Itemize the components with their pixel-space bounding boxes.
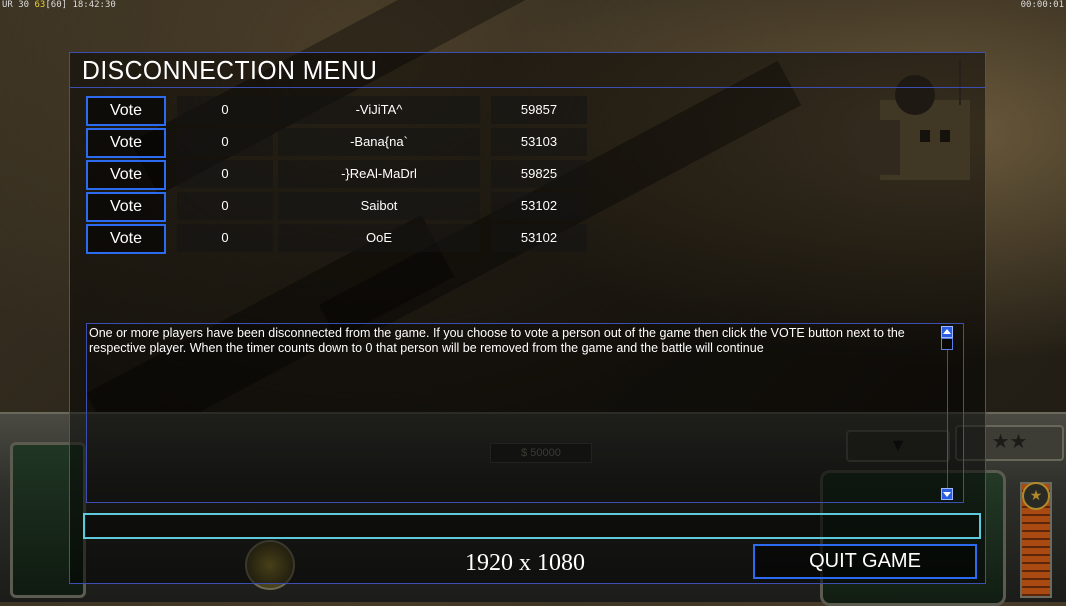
resolution-label: 1920 x 1080 (465, 550, 585, 576)
vote-count: 0 (177, 224, 273, 252)
message-box: One or more players have been disconnect… (86, 323, 964, 503)
fps-value: 63 (34, 0, 46, 10)
chat-input[interactable] (83, 513, 981, 539)
player-timer: 59857 (491, 96, 587, 124)
vote-button[interactable]: Vote (86, 192, 166, 222)
vote-count: 0 (177, 96, 273, 124)
game-clock: 00:00:01 (1020, 0, 1064, 10)
player-name: OoE (278, 224, 480, 252)
scroll-up-arrow-icon[interactable] (941, 326, 953, 338)
scrollbar-thumb[interactable] (941, 338, 953, 350)
system-time: 18:42:30 (72, 0, 116, 10)
player-timer: 53102 (491, 224, 587, 252)
player-name: -ViJiTA^ (278, 96, 480, 124)
disconnect-message: One or more players have been disconnect… (89, 326, 905, 355)
player-name: Saibot (278, 192, 480, 220)
vote-count: 0 (177, 192, 273, 220)
vote-count: 0 (177, 160, 273, 188)
vote-button[interactable]: Vote (86, 96, 166, 126)
player-name: -}ReAl-MaDrl (278, 160, 480, 188)
disconnection-menu: DISCONNECTION MENU Vote 0 -ViJiTA^ 59857… (69, 52, 986, 584)
scrollbar-track[interactable] (947, 350, 948, 488)
vote-button[interactable]: Vote (86, 224, 166, 254)
vote-button[interactable]: Vote (86, 160, 166, 190)
title-divider (70, 87, 985, 88)
player-timer: 53102 (491, 192, 587, 220)
star-icon: ★ (1022, 482, 1050, 510)
player-name: -Bana{na` (278, 128, 480, 156)
scroll-down-arrow-icon[interactable] (941, 488, 953, 500)
quit-game-button[interactable]: QUIT GAME (753, 544, 977, 579)
menu-title: DISCONNECTION MENU (82, 55, 378, 85)
player-timer: 53103 (491, 128, 587, 156)
player-timer: 59825 (491, 160, 587, 188)
vote-count: 0 (177, 128, 273, 156)
vote-button[interactable]: Vote (86, 128, 166, 158)
fps-counter: UR 30 63[60] 18:42:30 (2, 0, 116, 10)
fps-prefix: UR 30 (2, 0, 30, 10)
fps-cap: [60] (45, 0, 68, 10)
